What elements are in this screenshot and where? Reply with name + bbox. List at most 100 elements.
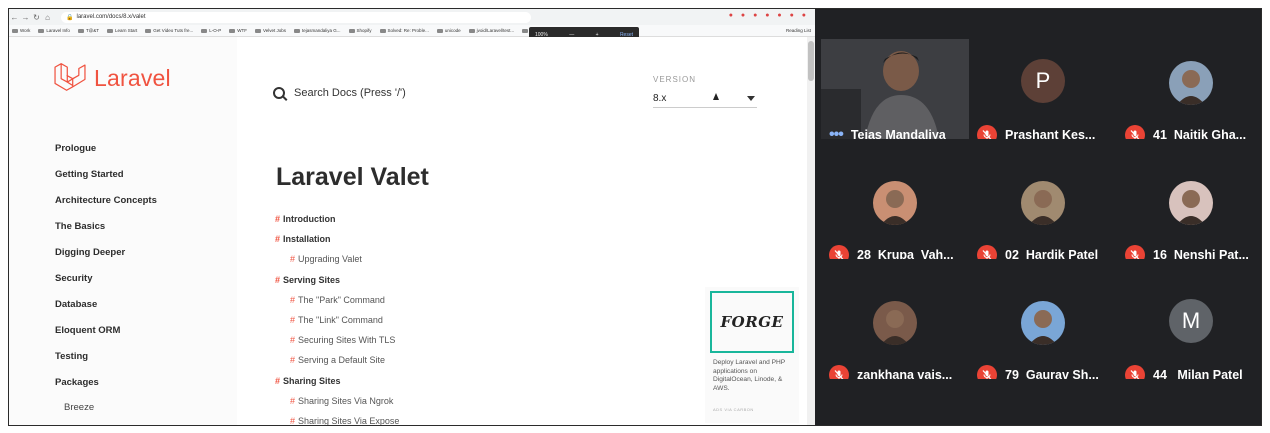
folder-icon [107,28,114,33]
participant-name-row: 44_ Milan Patel [1117,362,1261,379]
folder-icon [379,28,386,33]
bookmarks-bar: Work Laravel Info T@&T Learn Start Get Video… [9,25,815,37]
hash-icon: # [290,254,296,265]
toc-link[interactable]: # Sharing Sites [275,371,446,391]
participant-tile[interactable]: ••• Tejas Mandaliya [821,39,969,139]
participant-tile[interactable]: zankhana vais... [821,279,969,379]
address-bar[interactable]: 🔒 laravel.com/docs/8.x/valet [61,11,531,23]
participant-name-row: 28_Krupa_Vah... [821,242,969,259]
profile-photo [1169,181,1213,225]
mic-off-badge [829,245,849,259]
sidebar-subitem[interactable]: Cashier (Stripe) [55,419,157,425]
reload-icon[interactable]: ↻ [31,13,42,22]
participant-tile[interactable]: 79_Gaurav Sh... [969,279,1117,379]
toc-label: Securing Sites With TLS [298,335,396,346]
folder-icon [229,28,236,33]
bookmark-item[interactable]: Shopify [348,28,372,33]
sidebar-subitem[interactable]: Breeze [55,395,157,419]
hash-icon: # [275,234,281,245]
sidebar-item[interactable]: Prologue [55,135,157,161]
browser-window: ← → ↻ ⌂ 🔒 laravel.com/docs/8.x/valet ● ●… [9,9,815,426]
url-text: laravel.com/docs/8.x/valet [76,14,146,20]
participant-name: 28_Krupa_Vah... [857,248,954,259]
bookmark-item[interactable]: WTF [229,28,247,33]
sidebar-item[interactable]: Eloquent ORM [55,317,157,343]
folder-icon [436,28,443,33]
toc-link[interactable]: # Upgrading Valet [275,249,446,269]
profile-photo [1021,301,1065,345]
laravel-logo[interactable]: Laravel [53,63,171,93]
bookmark-item[interactable]: Laravel Info [38,28,70,33]
participant-name: Tejas Mandaliya [850,128,946,139]
forge-ad[interactable]: FORGE Deploy Laravel and PHP application… [705,287,799,423]
participant-tile[interactable]: M 44_ Milan Patel [1117,279,1261,379]
avatar-initial: P [1035,68,1051,93]
toc-link[interactable]: # Introduction [275,209,446,229]
mic-off-icon [834,250,844,259]
toc-link[interactable]: # Sharing Sites Via Expose [275,411,446,426]
participant-tile[interactable]: 41_Naitik Gha... [1117,39,1261,139]
forge-logo[interactable]: FORGE [710,291,794,353]
mic-off-badge [977,125,997,139]
sidebar-item[interactable]: Packages [55,369,157,395]
bookmark-label: T@&T [85,28,100,33]
sidebar-item[interactable]: Architecture Concepts [55,187,157,213]
participant-name: Prashant Kes... [1005,128,1096,139]
forward-icon[interactable]: → [20,13,31,22]
hash-icon: # [290,355,296,366]
participant-tile[interactable]: 16_Nenshi Pat... [1117,159,1261,259]
forge-ad-description[interactable]: Deploy Laravel and PHP applications on D… [713,359,795,393]
bookmark-item[interactable]: Learn Start [107,28,137,33]
bookmark-item[interactable]: L-O-P [201,28,221,33]
toc-link[interactable]: # Sharing Sites Via Ngrok [275,391,446,411]
version-select[interactable]: 8.x [653,90,757,108]
participant-name-row: ••• Tejas Mandaliya [821,122,969,139]
bookmark-item[interactable]: Get Video Tuts fre... [145,28,193,33]
mic-off-badge [829,365,849,379]
version-selector[interactable]: VERSION 8.x [653,75,757,108]
page-scrollbar[interactable] [807,37,815,425]
back-icon[interactable]: ← [9,13,20,22]
search-docs[interactable]: Search Docs (Press '/') [273,87,406,99]
carbon-ad-tag[interactable]: ADS VIA CARBON [713,407,754,412]
toc-link[interactable]: # Serving a Default Site [275,350,446,370]
participant-name-row: Prashant Kes... [969,122,1117,139]
mic-off-icon [1130,130,1140,139]
mic-off-badge [1125,125,1145,139]
bookmark-item[interactable]: unicode [436,28,461,33]
toc-link[interactable]: # Serving Sites [275,270,446,290]
participant-name-row: 79_Gaurav Sh... [969,362,1117,379]
bookmark-item[interactable]: Work [12,28,30,33]
participant-tile[interactable]: 28_Krupa_Vah... [821,159,969,259]
bookmark-item[interactable]: Solved: Re: Proble... [379,28,429,33]
reading-list-button[interactable]: Reading List [786,28,811,33]
scrollbar-thumb[interactable] [808,41,814,81]
participant-tile[interactable]: 02_Hardik Patel [969,159,1117,259]
toc-label: Sharing Sites Via Expose [298,415,400,426]
toc-link[interactable]: # Installation [275,229,446,249]
home-icon[interactable]: ⌂ [42,13,53,22]
toc-link[interactable]: # The "Link" Command [275,310,446,330]
mic-off-badge [1125,365,1145,379]
bookmark-item[interactable]: jvoid/Laravel/test... [468,28,514,33]
toc-link[interactable]: # The "Park" Command [275,290,446,310]
sidebar-item[interactable]: Digging Deeper [55,239,157,265]
profile-photo [1169,61,1213,105]
bookmark-item[interactable]: T@&T [77,28,100,33]
toc-link[interactable]: # Securing Sites With TLS [275,330,446,350]
sidebar-item[interactable]: The Basics [55,213,157,239]
sidebar-item[interactable]: Database [55,291,157,317]
bookmark-item[interactable]: tejasmandaliya G... [294,28,341,33]
sidebar-item[interactable]: Testing [55,343,157,369]
avatar [1021,181,1065,225]
extension-icons[interactable]: ● ● ● ● ● ● ● [729,12,809,19]
avatar: P [1021,59,1065,103]
hash-icon: # [290,415,296,426]
bookmark-item[interactable]: Velvet Jobs [254,28,286,33]
participant-tile[interactable]: P Prashant Kes... [969,39,1117,139]
bookmark-label: unicode [444,28,461,33]
sidebar-item[interactable]: Security [55,265,157,291]
hash-icon: # [290,294,296,305]
participant-name-row: 16_Nenshi Pat... [1117,242,1261,259]
sidebar-item[interactable]: Getting Started [55,161,157,187]
